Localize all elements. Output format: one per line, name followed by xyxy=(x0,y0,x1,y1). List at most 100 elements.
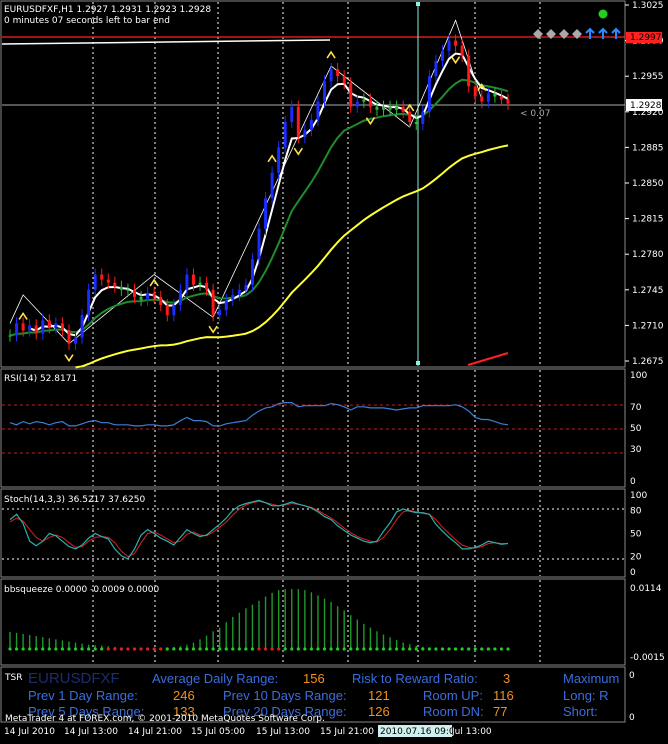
adr-label: Average Daily Range: xyxy=(152,671,278,686)
price-axis-label: 1.2675 xyxy=(632,357,664,367)
bbsqueeze-dot xyxy=(198,647,202,651)
candle-body xyxy=(473,86,477,97)
stoch-axis-label: 80 xyxy=(630,506,642,516)
bar-timer: 0 minutes 07 seconds left to bar end xyxy=(4,16,170,26)
price-axis-label: 1.3025 xyxy=(632,1,664,11)
bbsqueeze-dot xyxy=(309,647,314,651)
bbsqueeze-dot xyxy=(283,647,287,651)
bbsqueeze-dot xyxy=(493,647,497,651)
candle-body xyxy=(499,96,503,100)
bbsqueeze-dot xyxy=(231,647,235,651)
prev1-value: 246 xyxy=(173,688,195,703)
bbsqueeze-dot xyxy=(486,647,490,651)
bbsqueeze-dot xyxy=(349,647,353,651)
bbsqueeze-label: bbsqueeze 0.0000 -0.0009 0.0000 xyxy=(4,585,159,595)
candle-body xyxy=(133,289,136,297)
candle-body xyxy=(296,106,300,138)
time-axis-label: 15 Jul 21:00 xyxy=(320,727,374,737)
candle-body xyxy=(303,130,307,138)
candle-body xyxy=(440,50,444,61)
tsr-axis-tick-bottom: 0 xyxy=(629,713,635,723)
bbsqueeze-dot xyxy=(355,647,359,651)
bbsqueeze-dot xyxy=(427,647,431,651)
bbsqueeze-dot xyxy=(388,647,392,651)
candle-body xyxy=(205,282,209,290)
bbsqueeze-dot xyxy=(80,647,84,651)
bbsqueeze-dot xyxy=(342,647,346,651)
prev10-value: 121 xyxy=(368,688,390,703)
bbsqueeze-dot xyxy=(329,647,333,651)
bbsqueeze-dot xyxy=(28,647,32,651)
candle-body xyxy=(454,40,458,46)
candle-body xyxy=(87,289,91,316)
candle-body xyxy=(165,305,169,316)
bbsqueeze-dot xyxy=(165,647,169,651)
candle-body xyxy=(401,106,405,112)
bbsqueeze-dot xyxy=(322,647,327,651)
candle-body xyxy=(362,99,366,102)
candle-body xyxy=(395,106,399,110)
candle-body xyxy=(21,323,25,331)
price-axis-label: 1.2815 xyxy=(632,215,664,225)
bbsqueeze-axis-label: 0.0114 xyxy=(630,584,662,594)
connection-status-icon xyxy=(598,9,608,19)
bbsqueeze-dot xyxy=(257,647,261,651)
spread-label: < 0.07 xyxy=(520,109,550,119)
time-axis-label: 15 Jul 05:00 xyxy=(191,727,245,737)
chart-header: EURUSDFXF,H1 1.2927 1.2931 1.2923 1.2928 xyxy=(4,5,211,15)
bbsqueeze-dot xyxy=(460,647,464,651)
candle-body xyxy=(244,284,248,290)
candle-body xyxy=(309,119,313,131)
candle-body xyxy=(34,325,38,334)
bbsqueeze-dot xyxy=(421,647,425,651)
room-dn-label: Room DN: xyxy=(423,704,484,719)
current-price-tag-text: 1.2928 xyxy=(630,101,662,111)
bbsqueeze-dot xyxy=(113,647,117,651)
room-up-value: 116 xyxy=(493,688,514,703)
long-label: Long: R xyxy=(563,688,609,703)
price-axis-label: 1.2885 xyxy=(632,143,664,153)
candle-body xyxy=(146,292,150,300)
bbsqueeze-dot xyxy=(447,647,451,651)
candle-body xyxy=(15,323,19,336)
candle-body xyxy=(237,289,241,295)
candle-body xyxy=(100,274,104,280)
candle-body xyxy=(257,228,261,260)
bbsqueeze-dot xyxy=(34,647,38,651)
time-axis-cursor-label: 2010.07.16 09:00 xyxy=(380,727,461,737)
bbsqueeze-dot xyxy=(178,647,182,651)
candle-body xyxy=(152,292,156,297)
candle-body xyxy=(47,320,51,328)
candle-body xyxy=(388,106,392,110)
candle-body xyxy=(342,76,346,84)
candle-body xyxy=(198,282,202,285)
candle-body xyxy=(480,96,484,102)
bbsqueeze-dot xyxy=(146,647,150,651)
bbsqueeze-dot xyxy=(303,647,307,651)
bbsqueeze-dot xyxy=(60,647,65,651)
candle-body xyxy=(159,296,163,306)
candle-body xyxy=(467,55,471,87)
candle-body xyxy=(427,76,431,112)
candle-body xyxy=(54,323,58,328)
bbsqueeze-dot xyxy=(21,647,25,651)
bbsqueeze-dot xyxy=(224,647,228,651)
resistance-price-tag-text: 1.2997 xyxy=(630,33,662,43)
candle-body xyxy=(231,294,235,300)
candle-body xyxy=(493,93,497,97)
price-axis-label: 1.2850 xyxy=(632,179,664,189)
bbsqueeze-dot xyxy=(8,647,12,651)
bbsqueeze-dot xyxy=(185,647,189,651)
bbsqueeze-dot xyxy=(263,647,268,651)
separator-marker-bottom xyxy=(416,361,420,365)
short-label: Short: xyxy=(563,704,598,719)
bbsqueeze-dot xyxy=(408,647,412,651)
rsi-axis-label: 30 xyxy=(630,445,642,455)
bbsqueeze-dot xyxy=(47,647,51,651)
bbsqueeze-dot xyxy=(362,647,366,651)
bbsqueeze-dot xyxy=(440,647,445,651)
candle-body xyxy=(224,299,228,311)
candle-body xyxy=(421,111,425,125)
candle-body xyxy=(178,289,182,306)
bbsqueeze-dot xyxy=(381,647,386,651)
